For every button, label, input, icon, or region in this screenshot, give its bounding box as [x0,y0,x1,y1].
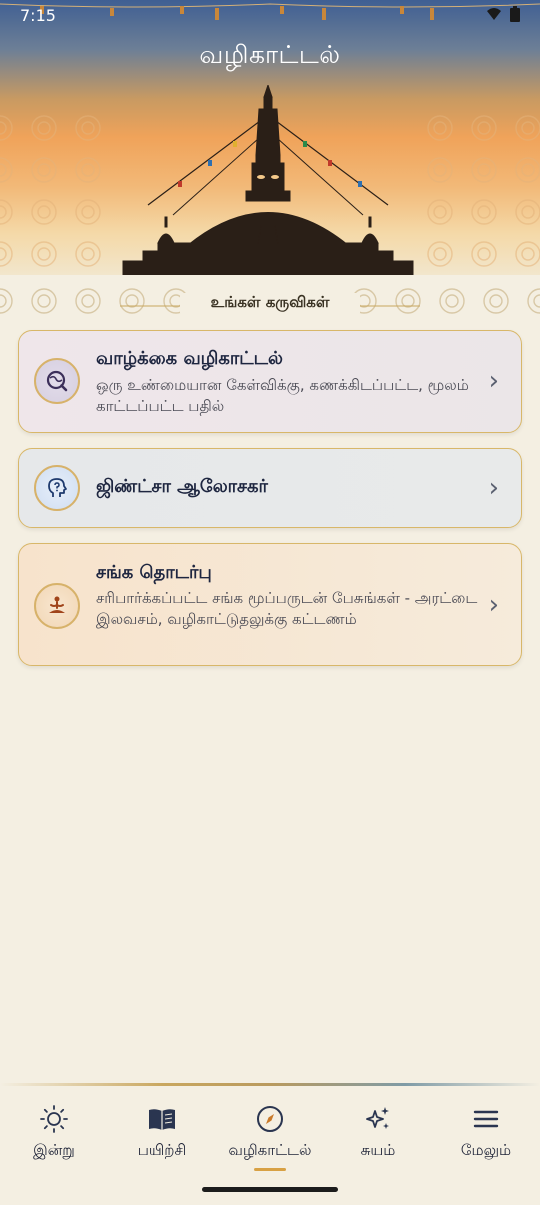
nav-item-practice[interactable]: பயிற்சி [108,1086,216,1175]
chevron-right-icon: › [488,366,499,396]
battery-icon [510,6,520,22]
status-bar: 7:15 [0,0,540,32]
home-indicator[interactable] [202,1187,338,1192]
header-banner: 7:15 வழிகாட்டல் [0,0,540,275]
card-title: ஜிண்ட்சா ஆலோசகர் [96,476,268,497]
nav-item-guidance[interactable]: வழிகாட்டல் [216,1086,324,1175]
zen-advisor-card[interactable]: ஜிண்ட்சா ஆலோசகர் › [18,448,522,528]
book-icon [149,1109,175,1130]
stupa-illustration [122,85,414,275]
compass-icon [257,1106,283,1132]
status-time: 7:15 [20,6,56,25]
nav-label: பயிற்சி [137,1141,187,1159]
sun-icon [40,1105,68,1133]
nav-item-self[interactable]: சுயம் [324,1086,432,1175]
nav-label: சுயம் [360,1141,396,1159]
chevron-right-icon: › [488,473,499,503]
nav-item-more[interactable]: மேலும் [432,1086,540,1175]
chevron-right-icon: › [488,590,499,620]
page-title: வழிகாட்டல் [199,40,341,69]
nav-label: மேலும் [460,1141,512,1159]
meditation-icon [34,583,80,629]
zen-advisor-icon [34,465,80,511]
life-guidance-card[interactable]: வாழ்க்கை வழிகாட்டல் ஒரு உண்மையான கேள்விக… [18,330,522,433]
menu-icon [473,1110,499,1128]
section-title: உங்கள் கருவிகள் [180,293,360,313]
bottom-navigation: இன்று பயிற்சி வழிகாட்டல் சுயம் மேலும் [0,1086,540,1175]
card-title: வாழ்க்கை வழிகாட்டல் [96,348,283,369]
nav-label: இன்று [33,1141,75,1159]
sangha-contact-card[interactable]: சங்க தொடர்பு சரிபார்க்கப்பட்ட சங்க மூப்ப… [18,543,522,666]
life-guidance-icon [34,358,80,404]
card-description: ஒரு உண்மையான கேள்விக்கு, கணக்கிடப்பட்ட, … [96,376,469,415]
card-description: சரிபார்க்கப்பட்ட சங்க மூப்பருடன் பேசுங்க… [96,589,478,628]
nav-label: வழிகாட்டல் [228,1141,312,1159]
wifi-icon [487,8,501,20]
nav-item-today[interactable]: இன்று [0,1086,108,1175]
sparkle-icon [366,1107,389,1129]
active-tab-indicator [254,1168,286,1171]
card-title: சங்க தொடர்பு [96,562,212,583]
